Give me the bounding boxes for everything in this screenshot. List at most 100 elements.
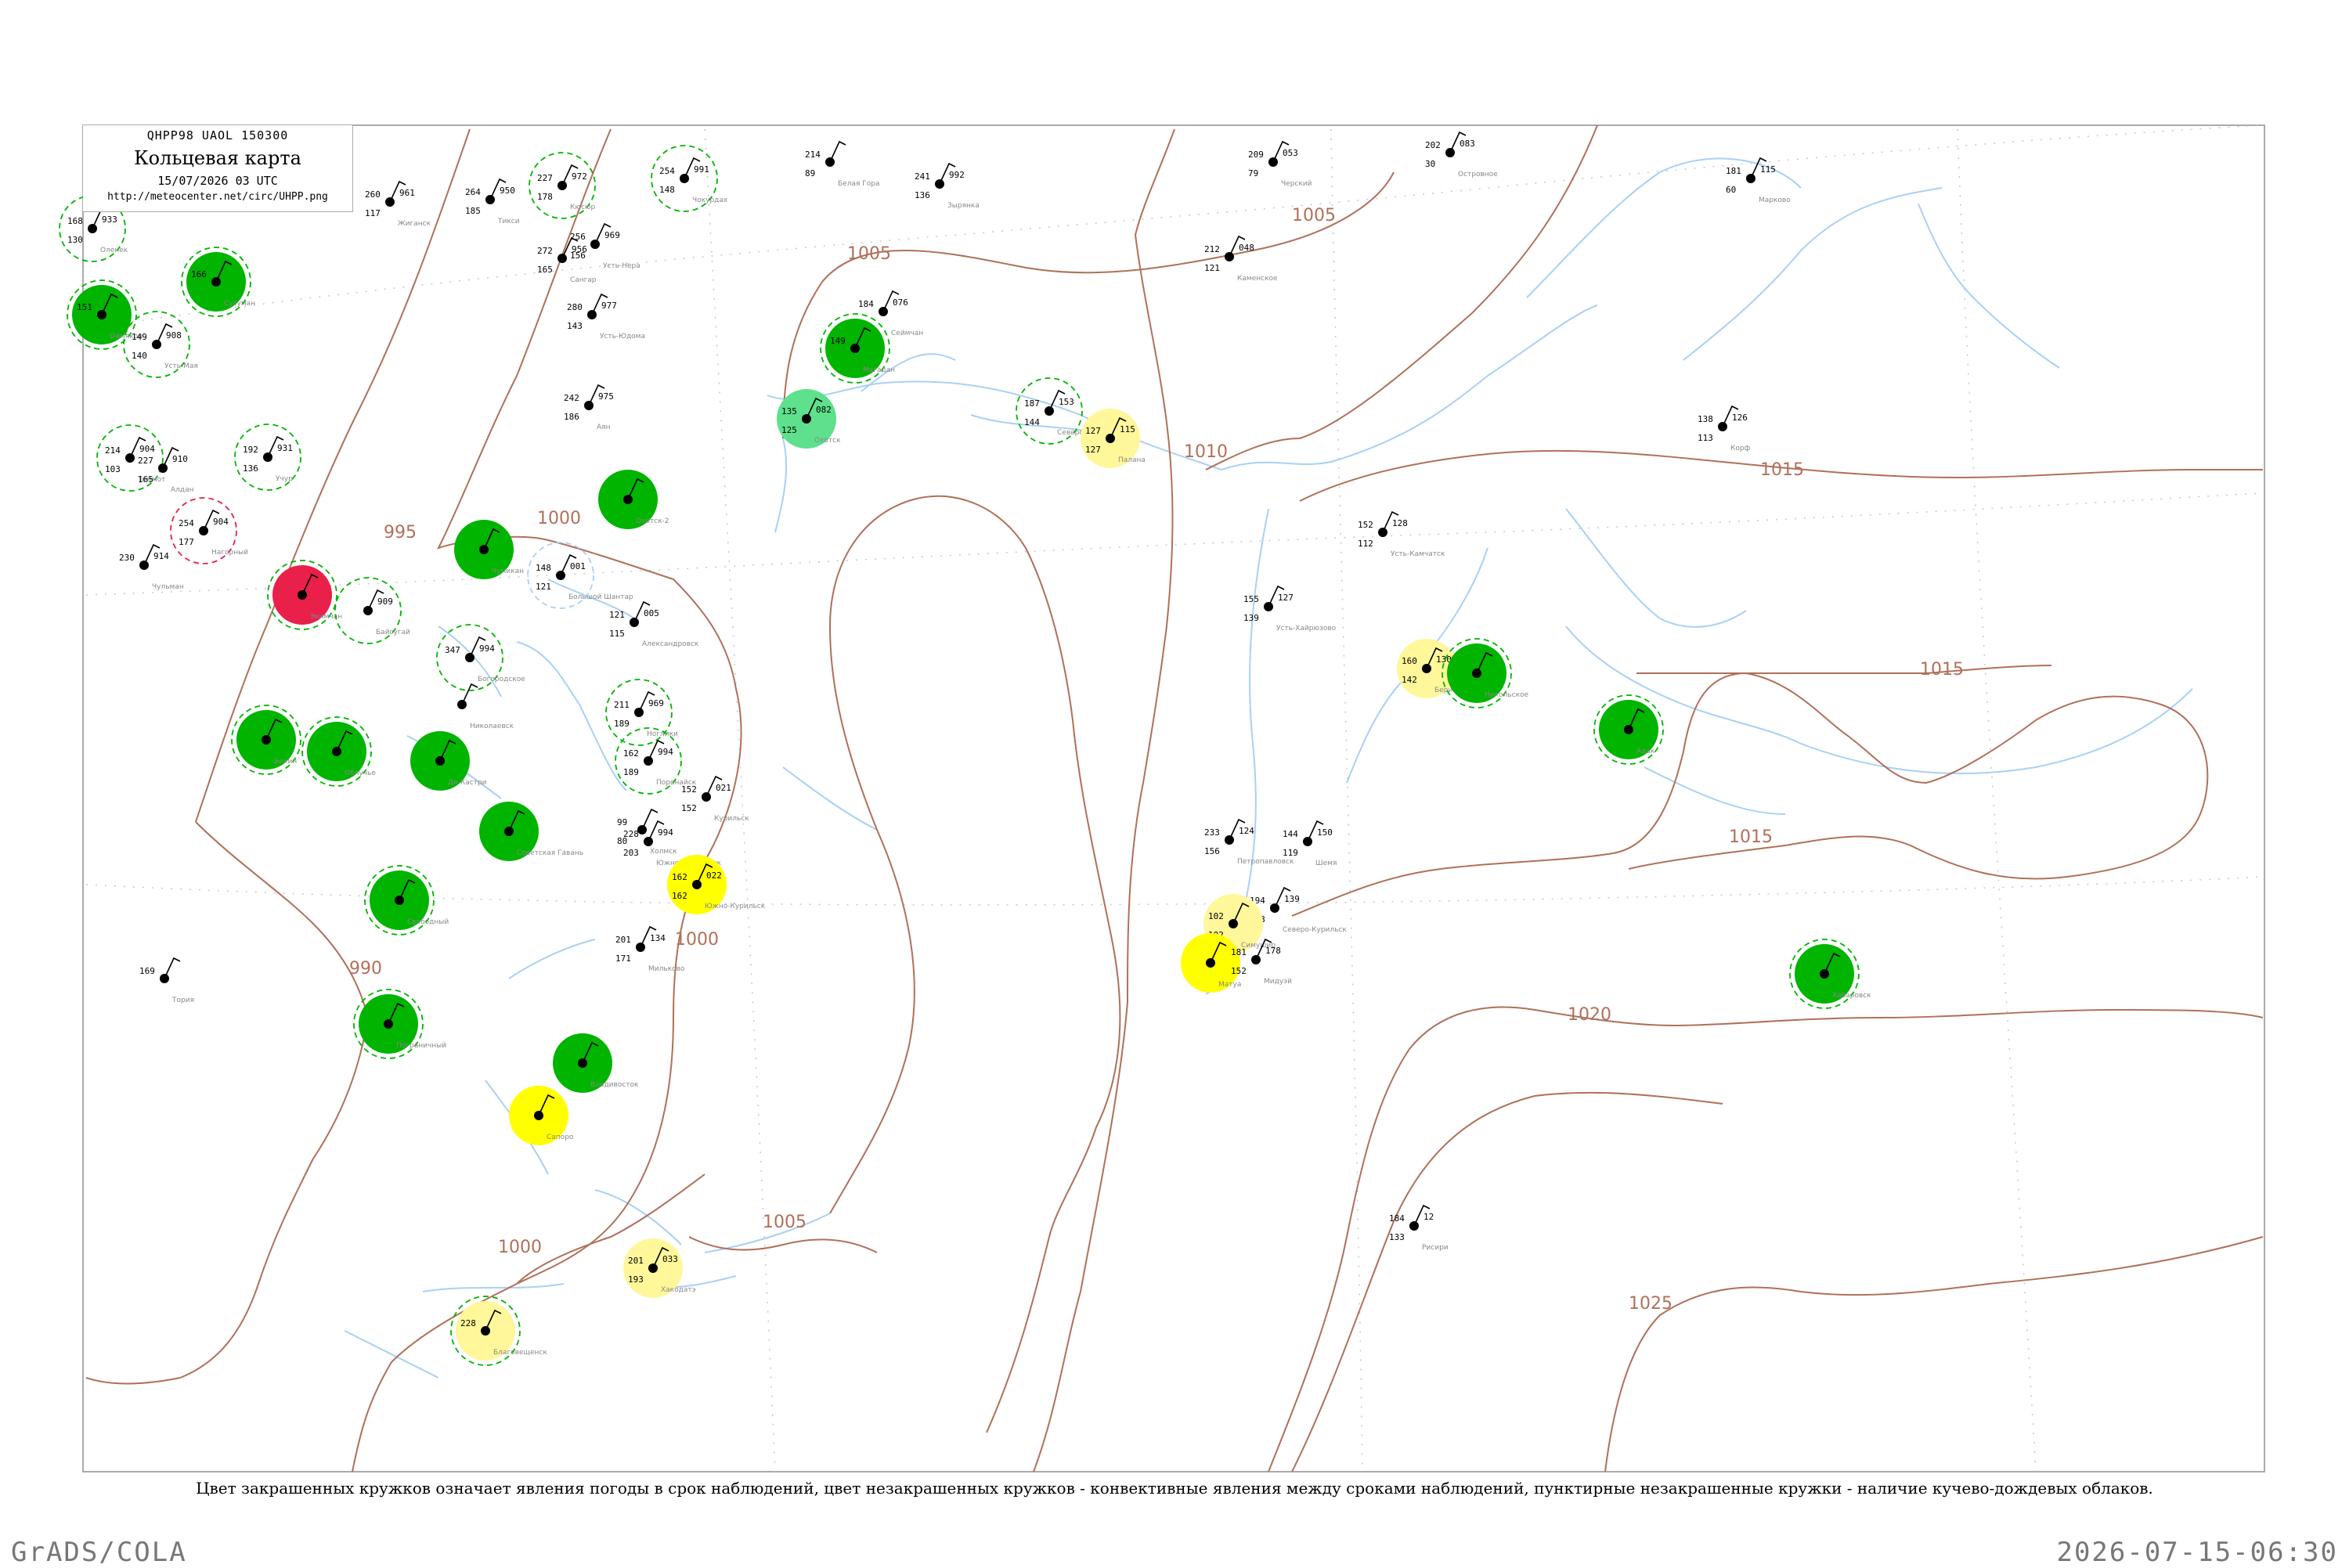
station-dewpoint: 148 <box>659 185 675 195</box>
station-dewpoint: 165 <box>537 265 553 275</box>
station-name: Владивосток <box>590 1081 639 1089</box>
station-temperature: 155 <box>1243 594 1259 604</box>
station-name: Сапоро <box>547 1134 574 1141</box>
station-name: Жиганск <box>398 220 431 228</box>
isobar-label: 1020 <box>1568 1005 1611 1025</box>
station-pressure: 150 <box>1317 827 1333 838</box>
station-dewpoint: 79 <box>1248 168 1258 178</box>
station-name: Усть-Хайрюзово <box>1276 625 1337 633</box>
station-temperature: 184 <box>1389 1213 1405 1224</box>
station-pressure: 048 <box>1239 243 1254 253</box>
station-dewpoint: 125 <box>781 425 797 435</box>
station-pressure: 992 <box>949 170 965 180</box>
station-pressure: 053 <box>1283 148 1298 158</box>
station-pressure: 991 <box>694 164 709 175</box>
station-name: Экимчан <box>310 613 342 621</box>
station-name: Благовещенск <box>493 1349 547 1357</box>
station-name: Свободный <box>407 918 449 926</box>
station-name: Советская Гавань <box>517 849 583 857</box>
station-name: Кюсюр <box>570 204 595 211</box>
station-pressure: 994 <box>479 643 495 654</box>
station-pressure: 994 <box>658 747 673 757</box>
station-name: Петропавловск <box>1237 858 1294 866</box>
station-temperature: 121 <box>609 610 625 620</box>
station-dewpoint: 156 <box>570 251 586 261</box>
station-pressure: 975 <box>598 391 614 402</box>
station-pressure: 909 <box>377 597 393 607</box>
station-dewpoint: 30 <box>1425 159 1435 169</box>
station-temperature: 160 <box>1402 656 1417 666</box>
station-name: Богородское <box>478 676 525 683</box>
station-temperature: 254 <box>179 518 194 528</box>
station-dewpoint: 103 <box>105 464 121 474</box>
station-name: Тикси <box>497 218 520 225</box>
station-dewpoint: 193 <box>628 1274 644 1285</box>
station-temperature: 168 <box>67 216 83 226</box>
station-name: Рисири <box>1422 1244 1449 1252</box>
station-temperature: 187 <box>1024 398 1040 409</box>
legend-text: Цвет закрашенных кружков означает явлени… <box>196 1479 2153 1498</box>
station-name: Тория <box>171 997 194 1004</box>
station-temperature: 214 <box>805 150 821 160</box>
station-dewpoint: 133 <box>1389 1232 1405 1242</box>
station-temperature: 264 <box>465 187 481 197</box>
header-datetime: 15/07/2026 03 UTC <box>157 174 278 188</box>
station-temperature: 201 <box>615 935 631 945</box>
station-pressure: 033 <box>662 1254 678 1264</box>
station-name: Северо-Курильск <box>1283 926 1347 934</box>
station-name: Усть-Юдома <box>600 333 645 341</box>
station-dewpoint: 177 <box>179 537 194 547</box>
station-dewpoint: 140 <box>132 351 147 361</box>
station-temperature: 151 <box>77 302 92 312</box>
station-temperature: 181 <box>1726 166 1741 176</box>
station-name: Усть-Камчатск <box>1391 550 1445 558</box>
station-dewpoint: 143 <box>567 321 583 331</box>
station-dewpoint: 178 <box>537 192 553 202</box>
station-pressure: 914 <box>153 551 169 561</box>
station-name: Алдан <box>171 486 194 494</box>
isobar-label: 1005 <box>763 1213 806 1232</box>
station-temperature: 233 <box>1204 827 1220 838</box>
station-name: Большой Шантар <box>568 593 633 601</box>
station-temperature: 138 <box>1698 414 1713 424</box>
station-name: Белая Гора <box>838 180 879 188</box>
station-pressure: 908 <box>166 330 182 341</box>
station-temperature: 144 <box>1283 829 1298 839</box>
station-dewpoint: 156 <box>1204 846 1220 856</box>
station-temperature: 227 <box>138 456 153 466</box>
station-name: Байсугай <box>376 629 410 636</box>
station-dewpoint: 165 <box>138 474 153 485</box>
isobar-label: 1025 <box>1629 1294 1672 1314</box>
station-temperature: 347 <box>445 645 460 655</box>
station-dewpoint: 121 <box>536 582 551 592</box>
station-dewpoint: 142 <box>1402 675 1417 685</box>
station-temperature: 227 <box>537 173 553 183</box>
station-name: Бикин <box>274 758 297 766</box>
station-temperature: 230 <box>119 553 135 563</box>
isobar-label: 1000 <box>675 930 719 950</box>
station-name: Хабаровск <box>1832 992 1871 1000</box>
station-temperature: 152 <box>681 784 697 795</box>
station-pressure: 933 <box>102 214 117 225</box>
station-name: Сусуман <box>224 300 255 308</box>
station-name: Усть-Нера <box>603 262 640 270</box>
station-dewpoint: 136 <box>915 190 930 200</box>
station-temperature: 166 <box>191 269 207 279</box>
isobar-label: 1015 <box>1729 827 1773 847</box>
station-pressure: 904 <box>213 517 229 527</box>
station-name: Учур <box>276 475 293 483</box>
station-name: Облучье <box>345 770 376 777</box>
station-pressure: 115 <box>1760 164 1776 175</box>
station-name: Александровск <box>642 640 699 648</box>
isobar-label: 1005 <box>847 244 891 264</box>
station-dewpoint: 80 <box>617 836 627 846</box>
station-name: Мильково <box>648 965 685 973</box>
isobar-label: 1015 <box>1920 660 1964 679</box>
station-name: Холмск <box>650 848 677 856</box>
station-dewpoint: 121 <box>1204 263 1220 273</box>
station-name: Чокурдах <box>692 196 728 204</box>
station-pressure: 134 <box>650 933 666 943</box>
station-dewpoint: 60 <box>1726 185 1736 195</box>
station-pressure: 178 <box>1265 946 1281 956</box>
station-dewpoint: 117 <box>365 208 381 218</box>
